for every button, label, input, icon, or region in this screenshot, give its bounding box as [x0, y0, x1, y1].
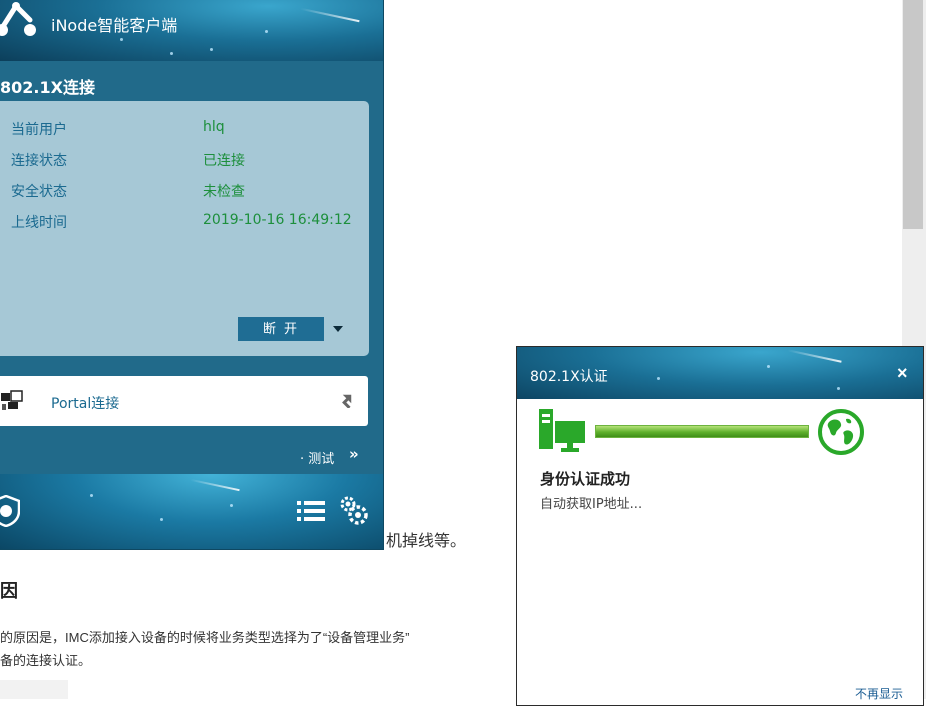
info-label-security-status: 安全状态	[11, 184, 67, 200]
dont-show-again-link[interactable]: 不再显示	[855, 685, 903, 702]
portal-connection-row[interactable]: Portal连接	[0, 376, 368, 426]
close-button[interactable]: ×	[897, 364, 908, 382]
connection-info-panel: 当前用户 hlq 连接状态 已连接 安全状态 未检查 上线时间 2019-10-…	[0, 101, 369, 356]
doc-paragraph-line: 的原因是，IMC添加接入设备的时候将业务类型选择为了“设备管理业务”	[0, 630, 410, 645]
disconnect-button[interactable]: 断开	[238, 317, 324, 341]
inode-title: iNode智能客户端	[51, 16, 178, 35]
inode-logo-icon	[0, 2, 36, 36]
auth-dialog-title: 802.1X认证	[530, 369, 608, 385]
network-computer-icon	[1, 390, 23, 410]
doc-heading: 因	[0, 581, 18, 601]
auth-success-title: 身份认证成功	[540, 470, 631, 488]
inode-header: iNode智能客户端	[0, 0, 383, 61]
info-label-connection-status: 连接状态	[11, 153, 67, 169]
info-label-online-time: 上线时间	[11, 215, 67, 231]
section-title-8021x: 802.1X连接	[0, 78, 95, 97]
computer-icon	[539, 409, 585, 452]
auth-status-text: 自动获取IP地址...	[540, 497, 643, 512]
info-label-current-user: 当前用户	[11, 122, 67, 138]
test-link[interactable]: · 测试	[300, 448, 334, 467]
auth-progress-fill	[596, 426, 808, 437]
info-value-current-user: hlq	[203, 119, 225, 135]
double-chevron-right-icon[interactable]: »	[349, 445, 359, 463]
info-value-online-time: 2019-10-16 16:49:12	[203, 212, 352, 228]
list-icon[interactable]	[297, 500, 325, 522]
doc-paragraph: 的原因是，IMC添加接入设备的时候将业务类型选择为了“设备管理业务” 备的连接认…	[0, 626, 520, 672]
page-scrollbar-thumb[interactable]	[903, 0, 923, 229]
globe-icon	[818, 409, 864, 455]
doc-paragraph-line: 备的连接认证。	[0, 653, 92, 668]
auth-dialog: 802.1X认证 × 身份认证成功 自动获取IP地址... 不再显示	[516, 346, 924, 706]
chevron-down-icon[interactable]	[333, 326, 343, 332]
auth-dialog-header: 802.1X认证 ×	[517, 347, 923, 399]
doc-text-fragment: 机掉线等。	[386, 533, 467, 550]
doc-code-block	[0, 680, 68, 699]
inode-client-window: iNode智能客户端 802.1X连接 当前用户 hlq 连接状态 已连接 安全…	[0, 0, 384, 550]
portal-connection-label: Portal连接	[51, 396, 120, 412]
auth-progress-bar	[595, 425, 809, 438]
arrow-up-right-icon[interactable]	[338, 390, 354, 408]
inode-footer	[0, 474, 383, 549]
info-value-security-status: 未检查	[203, 184, 245, 200]
shield-icon[interactable]	[0, 495, 20, 527]
gear-icon[interactable]	[338, 494, 368, 526]
info-value-connection-status: 已连接	[203, 153, 245, 169]
